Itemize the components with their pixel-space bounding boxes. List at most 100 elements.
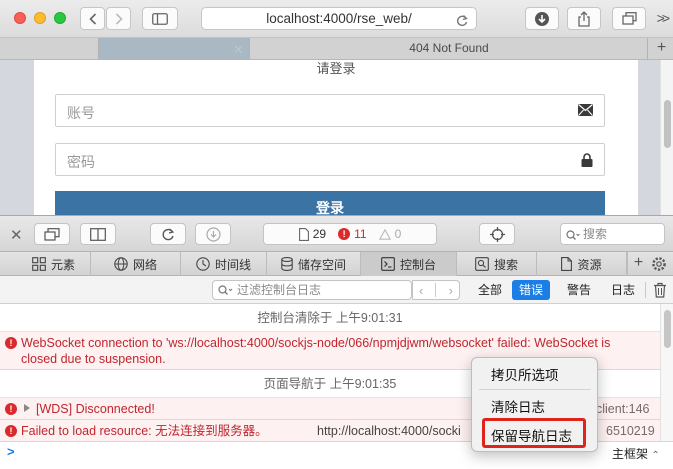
error-icon: !	[338, 228, 351, 240]
login-card: 请登录 账号 密码 登录	[34, 60, 638, 215]
console-scroll-thumb[interactable]	[664, 310, 671, 348]
tab-search-label: 搜索	[493, 257, 518, 272]
timeline-icon	[196, 257, 210, 271]
load-error-text: Failed to load resource: 无法连接到服务器。	[21, 424, 268, 438]
filter-logs-button[interactable]: 日志	[604, 280, 642, 300]
menu-copy-selected[interactable]: 拷贝所选项	[491, 364, 559, 384]
tab-storage[interactable]: 储存空间	[267, 252, 361, 276]
tab-console[interactable]: 控制台	[361, 252, 457, 276]
tabs-icon	[621, 12, 637, 25]
password-placeholder: 密码	[67, 154, 95, 170]
download-archive-button[interactable]	[195, 223, 231, 245]
sidebar-button[interactable]	[142, 7, 178, 30]
console-scrollbar[interactable]	[660, 304, 673, 441]
page-viewport: 请登录 账号 密码 登录	[0, 60, 673, 215]
tab-timeline-label: 时间线	[214, 257, 251, 272]
close-inspector-icon[interactable]: ✕	[10, 226, 23, 244]
filter-search-icon	[218, 284, 234, 302]
element-picker-button[interactable]	[479, 223, 515, 245]
detach-inspector-button[interactable]	[34, 223, 70, 245]
forward-button[interactable]	[106, 7, 131, 30]
chevron-left-icon[interactable]: ‹	[419, 283, 423, 298]
storage-icon	[281, 257, 293, 271]
filter-nav: ‹ ›	[412, 280, 460, 300]
tab-404[interactable]: 404 Not Found	[251, 38, 648, 60]
dock-side-icon	[90, 227, 106, 241]
close-window-button[interactable]	[14, 12, 26, 24]
tab-resources-label: 资源	[577, 257, 602, 272]
error-count-value: 11	[354, 227, 367, 241]
reload-icon	[162, 228, 175, 241]
menu-clear-log[interactable]: 清除日志	[491, 396, 545, 416]
envelope-icon	[578, 104, 593, 119]
load-error-url[interactable]: http://localhost:4000/socki	[317, 420, 461, 441]
chevron-right-icon[interactable]: ›	[449, 283, 453, 298]
inspector-tab-bar: 元素 网络 时间线 储存空间 控制台 搜索 资源 +	[0, 252, 673, 276]
error-count[interactable]: ! 11	[338, 227, 367, 241]
filter-nav-divider	[435, 283, 437, 297]
tab-resources[interactable]: 资源	[537, 252, 627, 276]
menu-separator	[479, 389, 591, 390]
search-icon	[566, 228, 580, 248]
new-tab-button[interactable]: +	[650, 38, 673, 60]
inspector-toolbar: ✕ 29 ! 11 0 搜索	[0, 215, 673, 252]
load-error-location[interactable]: 6510219	[606, 420, 655, 441]
websocket-error-line-1: WebSocket connection to 'ws://localhost:…	[21, 336, 611, 350]
zoom-window-button[interactable]	[54, 12, 66, 24]
download-circle-icon	[205, 226, 221, 242]
wds-error-location[interactable]: client:146	[596, 398, 650, 420]
password-field[interactable]: 密码	[55, 143, 605, 176]
activity-counts[interactable]: 29 ! 11 0	[263, 223, 437, 245]
filter-warnings-button[interactable]: 警告	[560, 280, 598, 300]
page-scrollbar[interactable]	[660, 60, 673, 215]
resource-count: 29	[298, 227, 326, 241]
chevron-updown-icon: ⌃	[651, 450, 660, 461]
tabs-overview-button[interactable]	[612, 7, 646, 30]
url-text: localhost:4000/rse_web/	[266, 11, 412, 26]
chevron-left-icon	[88, 12, 96, 25]
address-bar[interactable]: localhost:4000/rse_web/	[201, 7, 477, 30]
error-icon: !	[5, 337, 17, 349]
more-chevron-icon[interactable]: >>	[657, 10, 670, 26]
tab-current[interactable]	[98, 38, 250, 60]
tab-timeline[interactable]: 时间线	[181, 252, 267, 276]
username-field[interactable]: 账号	[55, 94, 605, 127]
reload-icon[interactable]	[456, 12, 468, 33]
tab-storage-label: 储存空间	[297, 257, 346, 272]
sidebar-icon	[152, 12, 168, 25]
inspector-search-input[interactable]: 搜索	[560, 223, 665, 245]
login-button[interactable]: 登录	[55, 191, 605, 215]
console-overflow	[0, 461, 673, 469]
tab-search[interactable]: 搜索	[457, 252, 537, 276]
tab-network[interactable]: 网络	[91, 252, 181, 276]
tab-close-icon[interactable]: ✕	[233, 42, 244, 58]
download-icon	[535, 11, 549, 26]
page-background-right	[638, 60, 660, 215]
document-icon	[298, 227, 309, 241]
disclosure-triangle-icon[interactable]	[24, 404, 30, 412]
tab-elements[interactable]: 元素	[17, 252, 91, 276]
console-filter-placeholder: 过滤控制台日志	[237, 283, 322, 297]
dock-side-button[interactable]	[80, 223, 116, 245]
back-button[interactable]	[80, 7, 105, 30]
console-filter-input[interactable]: 过滤控制台日志	[212, 280, 412, 300]
prompt-chevron-icon: >	[7, 444, 15, 459]
frame-selector[interactable]: 主框架 ⌃	[612, 445, 660, 462]
filter-all-button[interactable]: 全部	[471, 280, 509, 300]
gear-icon[interactable]	[651, 256, 667, 275]
downloads-button[interactable]	[525, 7, 559, 30]
username-placeholder: 账号	[67, 105, 95, 121]
add-tab-icon[interactable]: +	[627, 252, 649, 276]
frame-selector-label: 主框架	[612, 447, 649, 461]
page-background-left	[0, 60, 34, 215]
warning-count[interactable]: 0	[378, 227, 401, 241]
filter-errors-button[interactable]: 错误	[512, 280, 551, 300]
tab-network-label: 网络	[132, 257, 157, 272]
share-button[interactable]	[567, 7, 601, 30]
reload-page-button[interactable]	[150, 223, 186, 245]
tab-404-label: 404 Not Found	[409, 41, 489, 55]
error-icon: !	[5, 425, 17, 437]
page-scroll-thumb[interactable]	[664, 100, 671, 148]
minimize-window-button[interactable]	[34, 12, 46, 24]
trash-icon[interactable]	[653, 282, 667, 301]
